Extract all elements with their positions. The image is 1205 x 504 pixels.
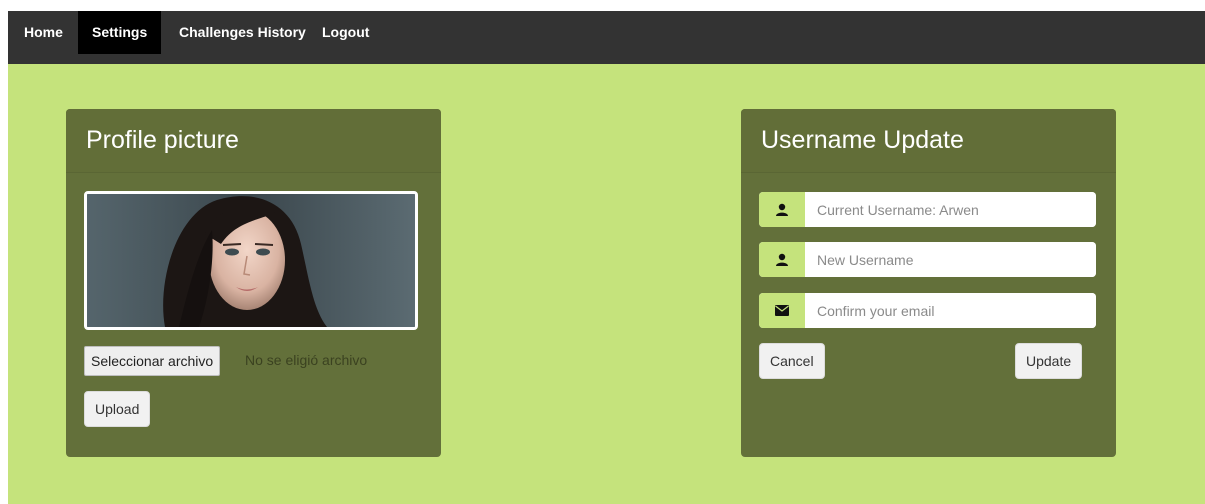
new-username-input[interactable] xyxy=(805,242,1096,277)
username-update-panel: Username Update Cancel Update xyxy=(741,109,1116,457)
top-navbar: Home Settings Challenges History Logout xyxy=(8,11,1205,64)
portrait-image xyxy=(87,194,415,327)
choose-file-button[interactable]: Seleccionar archivo xyxy=(84,346,221,376)
profile-picture-panel: Profile picture Seleccionar archivo No s… xyxy=(66,109,441,457)
current-username-input[interactable] xyxy=(805,192,1096,227)
new-username-group xyxy=(759,242,1096,277)
upload-button[interactable]: Upload xyxy=(84,391,151,427)
cancel-button[interactable]: Cancel xyxy=(759,343,825,379)
nav-settings[interactable]: Settings xyxy=(78,11,162,54)
file-status-text: No se eligió archivo xyxy=(245,352,368,368)
page-background: Home Settings Challenges History Logout … xyxy=(8,11,1205,504)
nav-home[interactable]: Home xyxy=(24,11,63,54)
current-username-group xyxy=(759,192,1096,227)
confirm-email-group xyxy=(759,293,1096,328)
envelope-icon xyxy=(759,293,805,328)
nav-logout[interactable]: Logout xyxy=(322,11,369,54)
user-icon xyxy=(759,242,805,277)
user-icon xyxy=(759,192,805,227)
panel-title: Username Update xyxy=(761,126,964,154)
confirm-email-input[interactable] xyxy=(805,293,1096,328)
panel-title: Profile picture xyxy=(86,126,239,154)
nav-challenges-history[interactable]: Challenges History xyxy=(179,11,306,54)
update-button[interactable]: Update xyxy=(1015,343,1083,379)
profile-photo xyxy=(84,191,418,330)
